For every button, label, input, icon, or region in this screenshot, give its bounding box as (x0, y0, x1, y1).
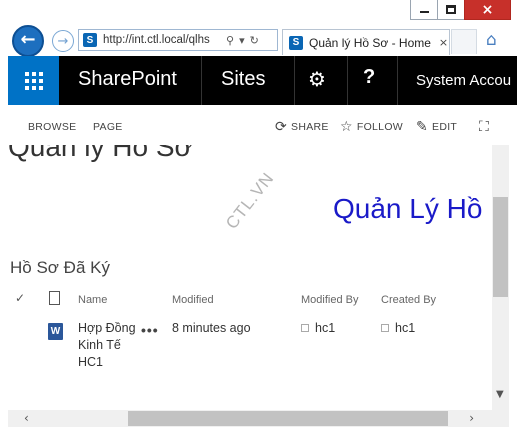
focus-icon: ⛶ (479, 119, 490, 135)
modified-by-value[interactable]: hc1 (315, 321, 335, 335)
divider (347, 56, 348, 105)
share-button[interactable]: ⟳ SHARE (275, 119, 329, 135)
window-frame (0, 427, 517, 437)
divider (201, 56, 202, 105)
brand-label[interactable]: SharePoint (78, 68, 177, 91)
created-by-value[interactable]: hc1 (395, 321, 415, 335)
column-header-modified-by[interactable]: Modified By (301, 294, 358, 306)
star-icon: ☆ (340, 119, 353, 135)
column-header-created-by[interactable]: Created By (381, 294, 436, 306)
tab-page[interactable]: PAGE (93, 121, 123, 133)
sharepoint-favicon-icon: S (83, 33, 97, 47)
search-icon[interactable]: ⚲ (226, 34, 234, 47)
document-type-icon (49, 291, 60, 305)
more-options-icon[interactable]: ••• (141, 322, 159, 338)
maximize-icon (446, 5, 456, 14)
home-icon[interactable]: ⌂ (486, 30, 506, 50)
scroll-left-icon[interactable]: ‹ (24, 411, 29, 425)
sites-link[interactable]: Sites (221, 68, 265, 91)
address-text[interactable]: http://int.ctl.local/qlhs (103, 34, 221, 46)
created-by-cell[interactable]: hc1 (381, 321, 415, 335)
follow-button[interactable]: ☆ FOLLOW (340, 119, 403, 135)
watermark: CTL.VN (222, 168, 278, 233)
vertical-scroll-thumb[interactable] (493, 197, 508, 297)
tab-browse[interactable]: BROWSE (28, 121, 76, 133)
horizontal-scrollbar[interactable]: ‹ › (8, 410, 492, 427)
presence-icon (301, 324, 309, 332)
share-label: SHARE (291, 121, 329, 133)
window-title-bar: × (0, 0, 517, 24)
modified-cell: 8 minutes ago (172, 321, 251, 335)
edit-label: EDIT (432, 121, 458, 133)
column-header-modified[interactable]: Modified (172, 294, 214, 306)
browser-tab[interactable]: S Quản lý Hồ Sơ - Home × (282, 29, 450, 55)
sharepoint-favicon-icon: S (289, 35, 303, 50)
modified-value: 8 minutes ago (172, 321, 251, 335)
page-content: Quản lý Hồ Sơ Quản Lý Hồ CTL.VN Hồ Sơ Đã… (8, 145, 492, 410)
refresh-icon[interactable]: ↻ (250, 34, 259, 47)
horizontal-scroll-thumb[interactable] (128, 411, 448, 426)
maximize-button[interactable] (437, 0, 465, 20)
scrollbar-corner (492, 410, 509, 427)
vertical-scrollbar[interactable]: ▼ (492, 145, 509, 410)
modified-by-cell[interactable]: hc1 (301, 321, 335, 335)
forward-icon: → (57, 33, 69, 49)
scroll-down-icon[interactable]: ▼ (496, 389, 504, 400)
minimize-button[interactable] (410, 0, 438, 20)
select-all-check-icon[interactable]: ✓ (15, 291, 25, 305)
back-icon: ← (20, 29, 36, 50)
pencil-icon: ✎ (416, 119, 429, 135)
chevron-down-icon[interactable]: ▾ (239, 34, 245, 47)
scroll-right-icon[interactable]: › (469, 411, 474, 425)
word-document-icon: W (48, 323, 63, 340)
forward-button[interactable]: → (52, 30, 74, 52)
edit-button[interactable]: ✎ EDIT (416, 119, 457, 135)
document-name-link[interactable]: Hợp Đồng Kinh Tế HC1 (78, 320, 138, 371)
new-tab-button[interactable] (451, 29, 477, 54)
banner-title: Quản Lý Hồ (333, 193, 483, 224)
suite-bar: SharePoint Sites ⚙ ? System Accou (8, 56, 517, 105)
share-icon: ⟳ (275, 119, 288, 135)
page-title: Quản lý Hồ Sơ (8, 145, 193, 162)
divider (294, 56, 295, 105)
minimize-icon (419, 10, 429, 13)
gear-icon[interactable]: ⚙ (308, 67, 326, 91)
app-launcher-button[interactable] (8, 56, 59, 105)
tab-title: Quản lý Hồ Sơ - Home (309, 35, 431, 50)
address-bar[interactable]: S http://int.ctl.local/qlhs ⚲ ▾ ↻ (78, 29, 278, 51)
tab-close-icon[interactable]: × (439, 36, 448, 49)
follow-label: FOLLOW (356, 121, 403, 133)
window-close-button[interactable]: × (464, 0, 511, 20)
column-header-name[interactable]: Name (78, 294, 107, 306)
window-frame (0, 56, 8, 437)
presence-icon (381, 324, 389, 332)
help-icon[interactable]: ? (363, 66, 375, 89)
close-icon: × (481, 1, 494, 18)
ribbon: BROWSE PAGE ⟳ SHARE ☆ FOLLOW ✎ EDIT ⛶ (8, 105, 517, 145)
focus-content-button[interactable]: ⛶ (479, 119, 489, 135)
account-menu[interactable]: System Accou (416, 72, 511, 89)
list-title[interactable]: Hồ Sơ Đã Ký (10, 258, 110, 278)
divider (397, 56, 398, 105)
back-button[interactable]: ← (12, 25, 44, 57)
